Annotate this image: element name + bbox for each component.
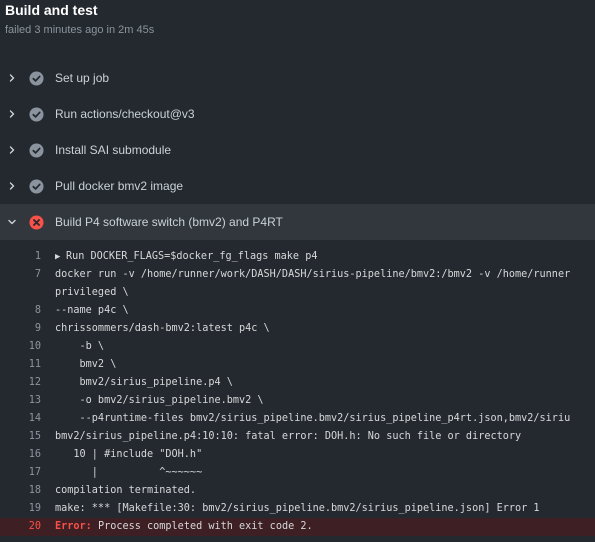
log-line: 17 | ^~~~~~~: [0, 464, 595, 482]
log-line: 13 -o bmv2/sirius_pipeline.bmv2 \: [0, 392, 595, 410]
log-text-content: compilation terminated.: [55, 485, 197, 496]
line-number[interactable]: 8: [0, 305, 41, 316]
log-line: 15 bmv2/sirius_pipeline.p4:10:10: fatal e…: [0, 428, 595, 446]
log-text: privileged \: [55, 287, 129, 298]
line-number[interactable]: 10: [0, 341, 41, 352]
chevron-right-icon[interactable]: [7, 181, 17, 191]
log-text-content: chrissommers/dash-bmv2:latest p4c \: [55, 323, 270, 334]
log-text: --p4runtime-files bmv2/sirius_pipeline.b…: [55, 413, 571, 424]
log-text-content: docker run -v /home/runner/work/DASH/DAS…: [55, 269, 571, 280]
log-text-content: bmv2/sirius_pipeline.p4:10:10: fatal err…: [55, 431, 522, 442]
line-number[interactable]: 17: [0, 467, 41, 478]
log-text: ▶ Run DOCKER_FLAGS=$docker_fg_flags make …: [55, 251, 317, 262]
log-line: 14 --p4runtime-files bmv2/sirius_pipelin…: [0, 410, 595, 428]
log-text: docker run -v /home/runner/work/DASH/DAS…: [55, 269, 570, 280]
log-line: 1 ▶ Run DOCKER_FLAGS=$docker_fg_flags make…: [0, 248, 595, 266]
log-text: -b \: [55, 341, 105, 352]
job-status-subtitle: failed 3 minutes ago in 2m 45s: [5, 24, 155, 36]
log-line: 7 docker run -v /home/runner/work/DASH/DA…: [0, 266, 595, 284]
chevron-right-icon[interactable]: [7, 145, 17, 155]
step-row[interactable]: Set up job: [0, 60, 595, 96]
log-text: bmv2/sirius_pipeline.p4:10:10: fatal err…: [55, 431, 521, 442]
step-label: Install SAI submodule: [55, 143, 172, 157]
log-text-content: bmv2/sirius_pipeline.p4 \: [55, 377, 233, 388]
step-row[interactable]: Run actions/checkout@v3: [0, 96, 595, 132]
x-circle-icon: [29, 215, 44, 230]
log-text: | ^~~~~~~: [55, 467, 202, 478]
log-text: --name p4c \: [55, 305, 129, 316]
log-text-content: bmv2 \: [55, 359, 117, 370]
log-line: 12 bmv2/sirius_pipeline.p4 \: [0, 374, 595, 392]
log-line: 8 --name p4c \: [0, 302, 595, 320]
log-text: bmv2 \: [55, 359, 117, 370]
log-text-content: -b \: [55, 341, 105, 352]
log-text-content: | ^~~~~~~: [55, 467, 203, 478]
step-row[interactable]: Pull docker bmv2 image: [0, 168, 595, 204]
log-text-content: --name p4c \: [55, 305, 129, 316]
log-line: 9 chrissommers/dash-bmv2:latest p4c \: [0, 320, 595, 338]
chevron-down-icon[interactable]: [7, 217, 17, 227]
log-error-line: 20 Error: Process completed with exit cod…: [0, 518, 595, 536]
log-text: compilation terminated.: [55, 485, 196, 496]
log-text-content: --p4runtime-files bmv2/sirius_pipeline.b…: [55, 413, 571, 424]
step-label: Run actions/checkout@v3: [55, 107, 195, 121]
error-prefix: Error:: [55, 521, 92, 532]
steps-list: Set up job Run actions/checkout@v3 Install…: [0, 60, 595, 240]
log-text-content: Run DOCKER_FLAGS=$docker_fg_flags make p…: [66, 251, 318, 262]
log-output: 1 ▶ Run DOCKER_FLAGS=$docker_fg_flags make…: [0, 248, 595, 536]
log-text: chrissommers/dash-bmv2:latest p4c \: [55, 323, 270, 334]
log-line: 10 -b \: [0, 338, 595, 356]
job-header: Build and test failed 3 minutes ago in 2…: [0, 0, 595, 60]
line-number[interactable]: 7: [0, 269, 41, 280]
log-line: 16 10 | #include "DOH.h": [0, 446, 595, 464]
log-line: 18 compilation terminated.: [0, 482, 595, 500]
chevron-right-icon[interactable]: [7, 109, 17, 119]
step-row[interactable]: Build P4 software switch (bmv2) and P4RT: [0, 204, 595, 240]
log-text: 10 | #include "DOH.h": [55, 449, 202, 460]
line-number[interactable]: 14: [0, 413, 41, 424]
line-number[interactable]: 1: [0, 251, 41, 262]
line-number[interactable]: 16: [0, 449, 41, 460]
line-number[interactable]: 9: [0, 323, 41, 334]
expand-triangle-icon[interactable]: ▶: [55, 252, 66, 262]
log-text-content: -o bmv2/sirius_pipeline.bmv2 \: [55, 395, 264, 406]
line-number[interactable]: 15: [0, 431, 41, 442]
log-text-content: Process completed with exit code 2.: [91, 521, 313, 532]
step-row[interactable]: Install SAI submodule: [0, 132, 595, 168]
line-number[interactable]: 19: [0, 503, 41, 514]
job-title: Build and test: [5, 2, 98, 18]
log-text-content: 10 | #include "DOH.h": [55, 449, 203, 460]
step-label: Pull docker bmv2 image: [55, 179, 184, 193]
chevron-right-icon[interactable]: [7, 73, 17, 83]
log-text-content: privileged \: [55, 287, 129, 298]
log-text: make: *** [Makefile:30: bmv2/sirius_pipe…: [55, 503, 540, 514]
check-circle-icon: [29, 107, 44, 122]
step-label: Set up job: [55, 71, 110, 85]
line-number[interactable]: 18: [0, 485, 41, 496]
log-text: Error: Process completed with exit code …: [55, 521, 313, 532]
log-line: 11 bmv2 \: [0, 356, 595, 374]
line-number[interactable]: 11: [0, 359, 41, 370]
step-label: Build P4 software switch (bmv2) and P4RT: [55, 215, 283, 229]
line-number[interactable]: 12: [0, 377, 41, 388]
log-line: 19 make: *** [Makefile:30: bmv2/sirius_pi…: [0, 500, 595, 518]
line-number[interactable]: 20: [0, 521, 41, 532]
check-circle-icon: [29, 179, 44, 194]
log-line: privileged \: [0, 284, 595, 302]
check-circle-icon: [29, 71, 44, 86]
log-text-content: make: *** [Makefile:30: bmv2/sirius_pipe…: [55, 503, 540, 514]
log-text: bmv2/sirius_pipeline.p4 \: [55, 377, 233, 388]
check-circle-icon: [29, 143, 44, 158]
line-number[interactable]: 13: [0, 395, 41, 406]
log-text: -o bmv2/sirius_pipeline.bmv2 \: [55, 395, 264, 406]
